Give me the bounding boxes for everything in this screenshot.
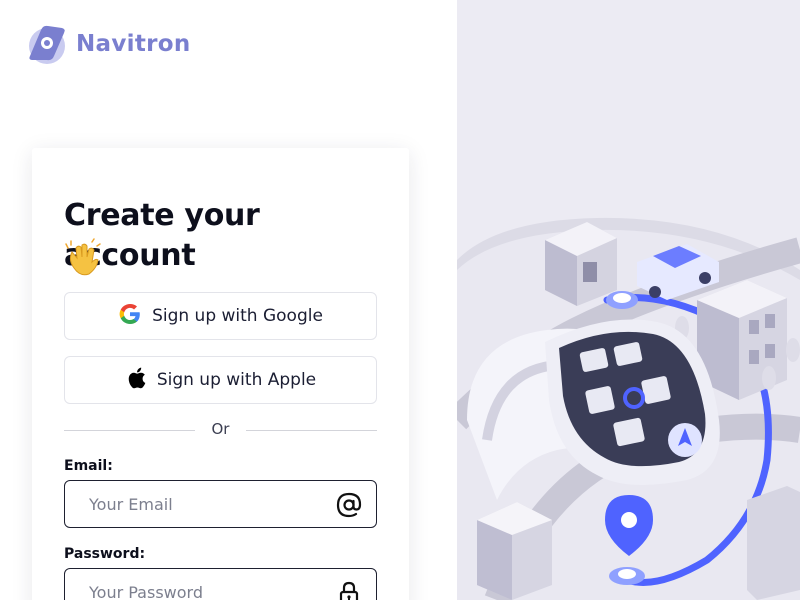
divider-line-right: [246, 430, 377, 431]
brand-logo[interactable]: Navitron: [24, 22, 191, 66]
lock-icon: [336, 580, 362, 600]
or-divider: Or: [64, 420, 377, 440]
google-icon: [118, 302, 142, 330]
brand-name: Navitron: [76, 31, 191, 57]
apple-button-label: Sign up with Apple: [156, 370, 317, 390]
google-signup-button[interactable]: Sign up with Google: [64, 292, 377, 340]
email-label: Email:: [64, 458, 113, 474]
apple-signup-button[interactable]: Sign up with Apple: [64, 356, 377, 404]
apple-icon: [125, 366, 147, 394]
password-field-container: [64, 568, 377, 600]
google-button-label: Sign up with Google: [152, 306, 323, 326]
page-title: Create your account: [64, 198, 260, 273]
password-field[interactable]: [65, 569, 335, 600]
divider-text: Or: [211, 420, 230, 438]
navitron-logo-icon: [24, 22, 68, 66]
password-label: Password:: [64, 546, 146, 562]
city-navigation-illustration: [457, 217, 800, 600]
email-field-container: [64, 480, 377, 528]
at-sign-icon: [336, 492, 362, 518]
clapping-hands-icon: [64, 238, 104, 278]
signup-pane: Navitron Create your account Sign up wit…: [0, 0, 457, 600]
signup-card: Create your account Sign up with Google: [32, 148, 409, 600]
email-field[interactable]: [65, 481, 335, 527]
illustration-panel: [457, 0, 800, 600]
